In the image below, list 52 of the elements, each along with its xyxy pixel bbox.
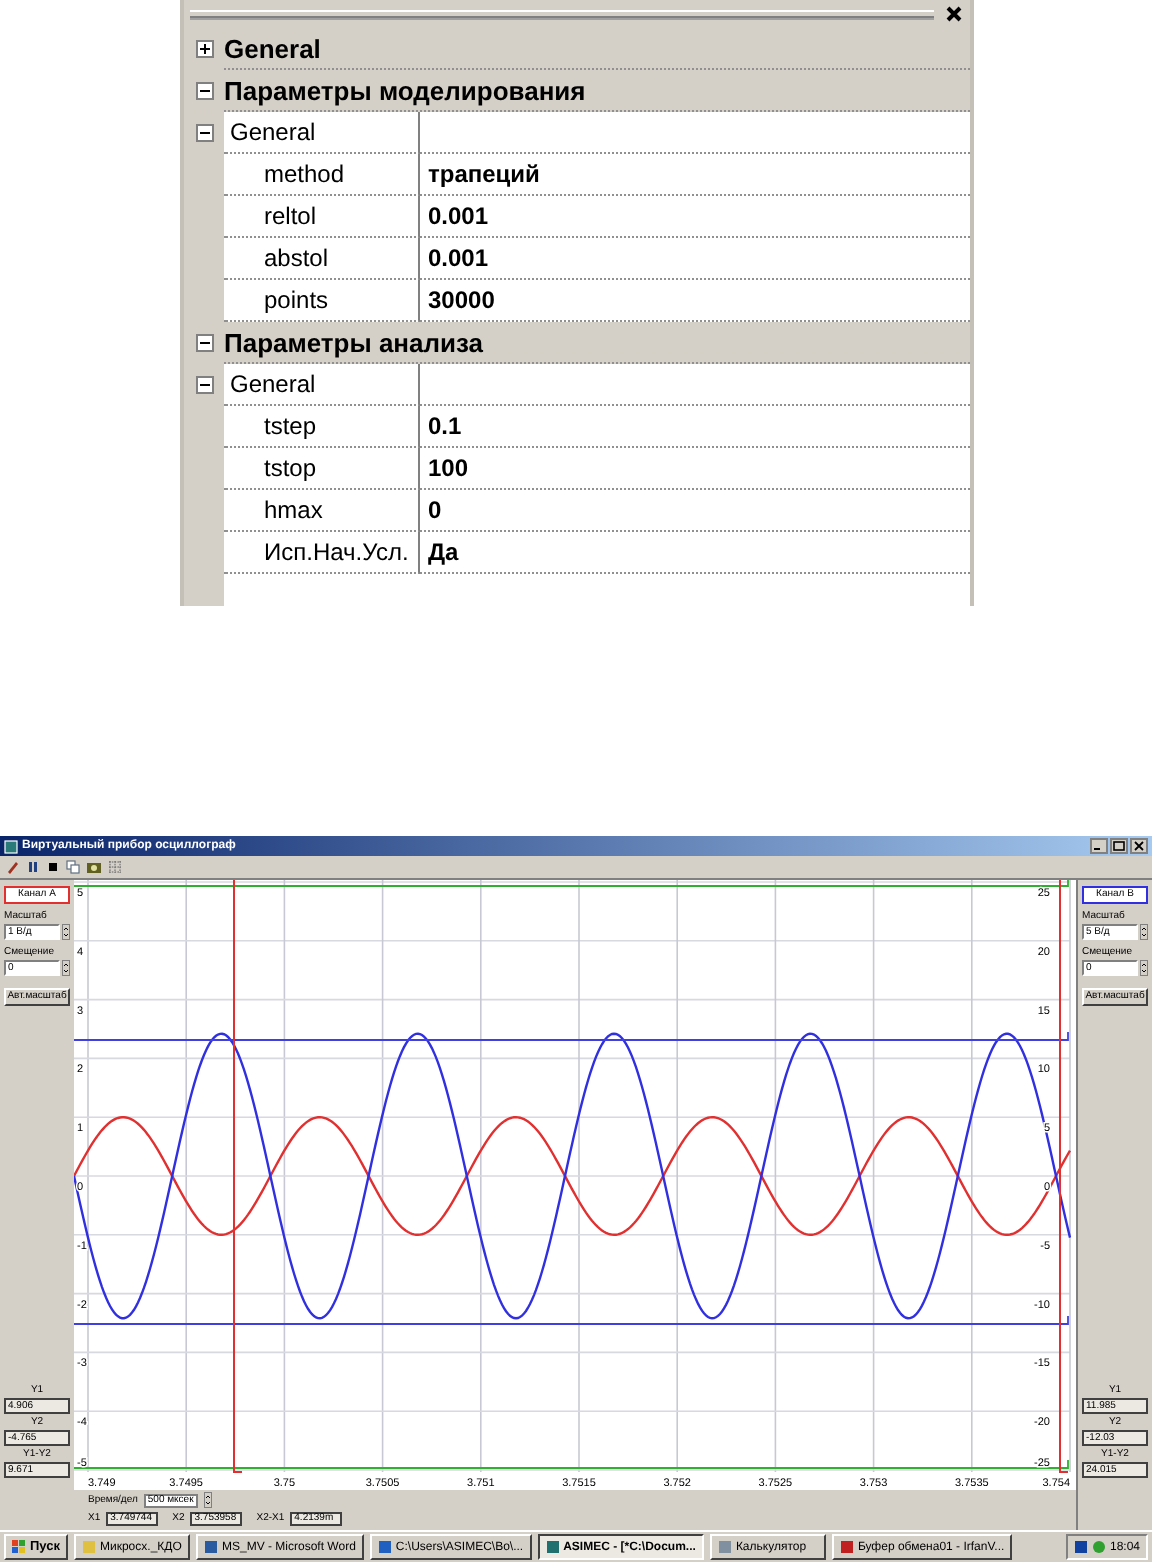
cursor-line[interactable] [1059, 880, 1069, 1473]
property-name: points [224, 280, 420, 322]
window-icon [204, 1540, 218, 1554]
spinner[interactable] [203, 1492, 212, 1508]
property-name: tstep [224, 406, 420, 448]
close-icon[interactable] [1130, 838, 1148, 854]
minimize-icon[interactable] [1090, 838, 1108, 854]
collapse-icon[interactable] [195, 334, 213, 352]
app-icon [4, 839, 18, 853]
property-value[interactable]: 100 [420, 448, 970, 490]
window-icon [545, 1540, 560, 1554]
grid-icon[interactable] [108, 860, 122, 874]
property-name: hmax [224, 490, 420, 532]
window-icon [377, 1540, 392, 1554]
cursor-line[interactable] [233, 880, 243, 1473]
spinner[interactable] [1140, 924, 1148, 940]
collapse-icon[interactable] [195, 376, 213, 394]
pen-icon[interactable] [6, 860, 20, 874]
group-title: General [224, 112, 420, 154]
spinner[interactable] [62, 924, 70, 940]
keyboard-icon[interactable] [1073, 1540, 1088, 1554]
property-name: tstop [224, 448, 420, 490]
property-name: reltol [224, 196, 420, 238]
property-value[interactable]: 0 [420, 490, 970, 532]
pause-icon[interactable] [26, 860, 40, 874]
property-value[interactable]: 0.001 [420, 196, 970, 238]
collapse-icon[interactable] [195, 124, 213, 142]
property-name: method [224, 154, 420, 196]
category-title: General [224, 28, 970, 70]
copy-icon[interactable] [66, 860, 80, 874]
stop-icon[interactable] [46, 860, 60, 874]
window-icon [82, 1540, 96, 1554]
window-icon [839, 1540, 854, 1554]
flag-icon [12, 1540, 26, 1554]
camera-icon[interactable] [86, 860, 102, 874]
level-line[interactable] [74, 1315, 1069, 1325]
maximize-icon[interactable] [1110, 838, 1128, 854]
property-value[interactable]: 0.1 [420, 406, 970, 448]
collapse-icon[interactable] [195, 82, 213, 100]
level-line[interactable] [74, 1031, 1069, 1041]
property-value[interactable]: трапеций [420, 154, 970, 196]
spinner[interactable] [1140, 960, 1148, 976]
spinner[interactable] [62, 960, 70, 976]
property-value[interactable]: 0.001 [420, 238, 970, 280]
property-name: abstol [224, 238, 420, 280]
group-title: General [224, 364, 420, 406]
property-value[interactable]: Да [420, 532, 970, 574]
expand-icon[interactable] [195, 40, 213, 58]
window-icon [717, 1540, 732, 1554]
property-value[interactable]: 30000 [420, 280, 970, 322]
close-icon[interactable] [946, 6, 962, 22]
property-name: Исп.Нач.Усл. [224, 532, 420, 574]
